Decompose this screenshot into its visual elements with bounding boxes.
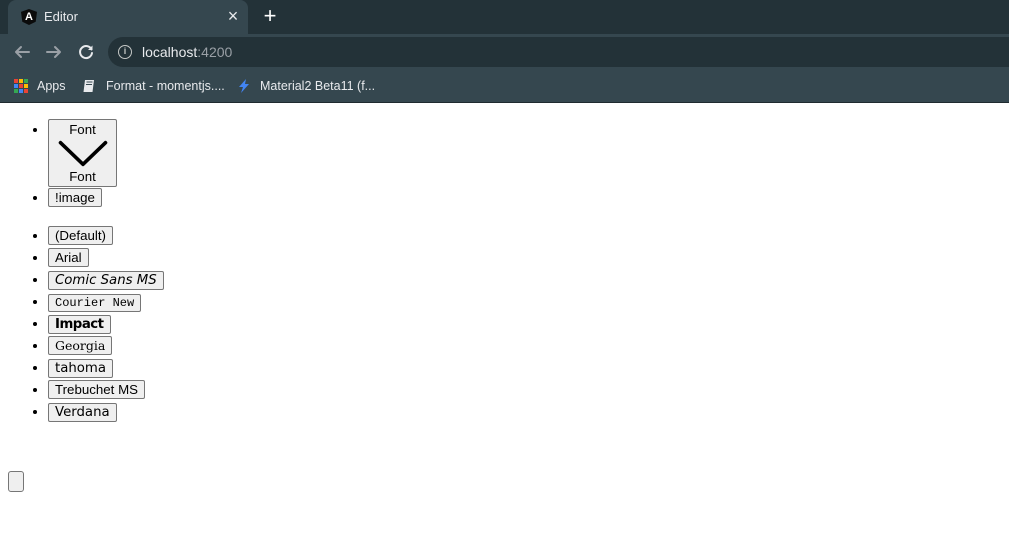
tab-strip: A Editor × + [0,0,1009,34]
bookmark-label: Material2 Beta11 (f... [260,79,376,93]
bookmark-apps[interactable]: Apps [14,76,66,96]
tab-title: Editor [44,9,78,24]
font-option-tahoma[interactable]: tahoma [48,359,114,378]
url-port: :4200 [197,44,233,60]
font-option-georgia[interactable]: Georgia [48,336,113,355]
browser-toolbar: i localhost:4200 [0,34,1009,70]
font-option-courier-new[interactable]: Courier New [48,294,142,312]
image-button[interactable]: !image [48,188,102,207]
chevron-down-icon [58,140,107,167]
font-option-trebuchet[interactable]: Trebuchet MS [48,380,146,399]
info-icon[interactable]: i [118,45,132,59]
bookmark-momentjs[interactable]: Format - momentjs.... [82,76,225,96]
url-host: localhost [142,44,198,60]
angular-icon: A [21,9,37,25]
font-option-comic-sans[interactable]: Comic Sans MS [48,271,164,290]
arrow-left-icon [15,46,30,58]
toolbar-list: Font Font !image [0,119,117,207]
reload-button[interactable] [75,41,97,63]
font-option-impact[interactable]: Impact [48,315,111,334]
font-label-top: Font [69,122,96,137]
list-item: Courier New [48,290,164,312]
tab-editor[interactable]: A Editor × [8,0,248,34]
list-item: Verdana [48,400,164,422]
address-bar[interactable]: i localhost:4200 [108,37,1009,67]
list-item: Impact [48,312,164,334]
font-options-list: (Default) Arial Comic Sans MS Courier Ne… [0,224,164,422]
back-button[interactable] [11,41,33,63]
browser-chrome: A Editor × + i localhost:4200 Apps Forma… [0,0,1009,103]
list-item: Font Font [48,119,117,187]
reload-icon [79,45,93,60]
list-item: Arial [48,246,164,268]
bookmark-material2[interactable]: Material2 Beta11 (f... [236,76,375,96]
book-icon [83,80,94,92]
font-option-verdana[interactable]: Verdana [48,403,117,422]
font-label-bottom: Font [69,169,96,184]
page-content: Font Font !image (Default) Arial Comic S… [0,103,1009,556]
font-dropdown-button[interactable]: Font Font [48,119,117,187]
new-tab-button[interactable]: + [259,5,281,27]
url-text: localhost:4200 [142,44,232,60]
font-option-default[interactable]: (Default) [48,226,113,245]
list-item: !image [48,188,117,207]
list-item: (Default) [48,224,164,246]
lightning-icon [239,79,249,93]
forward-button[interactable] [43,41,65,63]
apps-grid-icon [14,79,28,93]
font-option-arial[interactable]: Arial [48,248,89,267]
list-item: Comic Sans MS [48,268,164,290]
list-item: Georgia [48,334,164,356]
close-tab-icon[interactable]: × [224,7,242,25]
bookmarks-bar: Apps Format - momentjs.... Material2 Bet… [0,70,1009,102]
arrow-right-icon [46,46,61,58]
bookmark-label: Apps [37,79,66,93]
list-item: Trebuchet MS [48,378,164,400]
empty-button[interactable] [8,471,24,492]
bookmark-label: Format - momentjs.... [106,79,225,93]
list-item: tahoma [48,356,164,378]
